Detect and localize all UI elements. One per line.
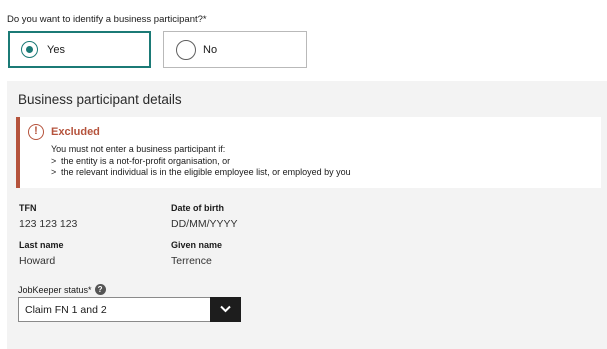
alert-list-item: > the entity is a not-for-profit organis… — [51, 156, 351, 168]
tfn-field: TFN 123 123 123 — [19, 203, 77, 230]
dropdown-button[interactable] — [210, 297, 241, 322]
question-label: Do you want to identify a business parti… — [7, 14, 207, 25]
exclamation-circle-icon: ! — [28, 124, 44, 140]
radio-option-no[interactable]: No — [163, 31, 307, 68]
alert-title: Excluded — [51, 126, 100, 138]
jobkeeper-status-label: JobKeeper status* ? — [18, 284, 106, 295]
alert-body: You must not enter a business participan… — [51, 144, 351, 179]
given-name-field: Given name Terrence — [171, 240, 222, 267]
business-participant-panel: Business participant details ! Excluded … — [7, 81, 607, 349]
dob-value: DD/MM/YYYY — [171, 218, 238, 230]
last-name-value: Howard — [19, 255, 56, 267]
help-icon[interactable]: ? — [94, 284, 106, 295]
last-name-field: Last name Howard — [19, 240, 64, 267]
alert-intro: You must not enter a business participan… — [51, 144, 226, 154]
radio-label-yes: Yes — [47, 43, 65, 56]
given-name-value: Terrence — [171, 255, 212, 267]
radio-unselected-icon[interactable] — [176, 39, 196, 60]
chevron-right-icon: > — [51, 155, 57, 166]
alert-item-text: the relevant individual is in the eligib… — [61, 167, 351, 177]
tfn-label: TFN — [19, 203, 37, 213]
dob-label: Date of birth — [171, 203, 224, 213]
jobkeeper-status-select[interactable]: Claim FN 1 and 2 — [18, 297, 241, 322]
status-label-text: JobKeeper status* — [18, 284, 92, 295]
dob-field: Date of birth DD/MM/YYYY — [171, 203, 238, 230]
panel-title: Business participant details — [18, 92, 182, 107]
tfn-value: 123 123 123 — [19, 218, 78, 230]
radio-selected-icon[interactable] — [21, 41, 38, 58]
chevron-down-icon — [220, 305, 231, 313]
given-name-label: Given name — [171, 240, 223, 250]
alert-item-text: the entity is a not-for-profit organisat… — [61, 155, 231, 166]
radio-label-no: No — [203, 43, 218, 56]
last-name-label: Last name — [19, 240, 64, 250]
chevron-right-icon: > — [51, 167, 57, 177]
alert-list-item: > the relevant individual is in the elig… — [51, 167, 351, 179]
select-value: Claim FN 1 and 2 — [25, 304, 107, 316]
radio-option-yes[interactable]: Yes — [8, 31, 151, 68]
excluded-alert: ! Excluded You must not enter a business… — [16, 117, 601, 188]
